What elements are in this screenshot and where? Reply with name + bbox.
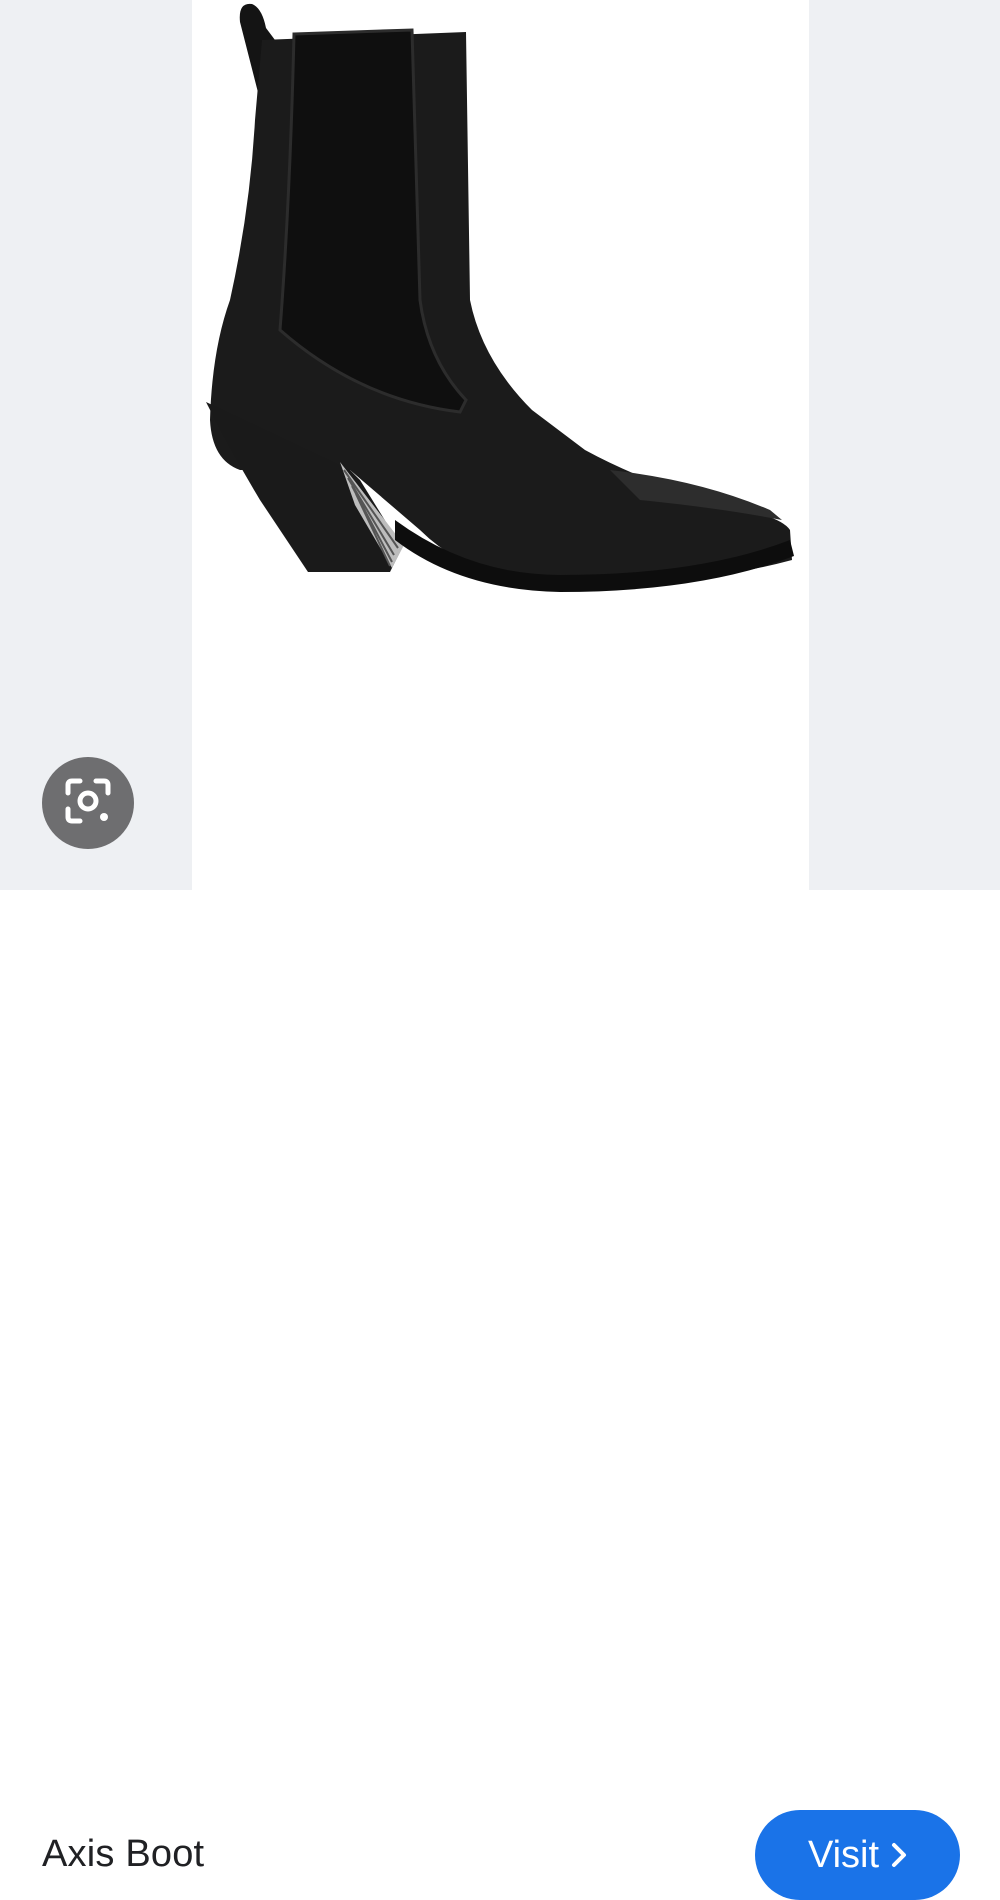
result-footer: Axis Boot Visit — [0, 890, 1000, 1900]
visit-button-label: Visit — [807, 1834, 880, 1876]
camera-lens-icon — [62, 775, 114, 832]
product-image[interactable] — [192, 0, 809, 890]
chevron-right-icon — [891, 1842, 907, 1868]
product-title[interactable]: Axis Boot — [42, 1832, 204, 1876]
boot-illustration — [206, 3, 794, 592]
image-viewer — [0, 0, 1000, 890]
lens-search-button[interactable] — [42, 757, 134, 849]
visit-button[interactable]: Visit — [755, 1810, 960, 1900]
